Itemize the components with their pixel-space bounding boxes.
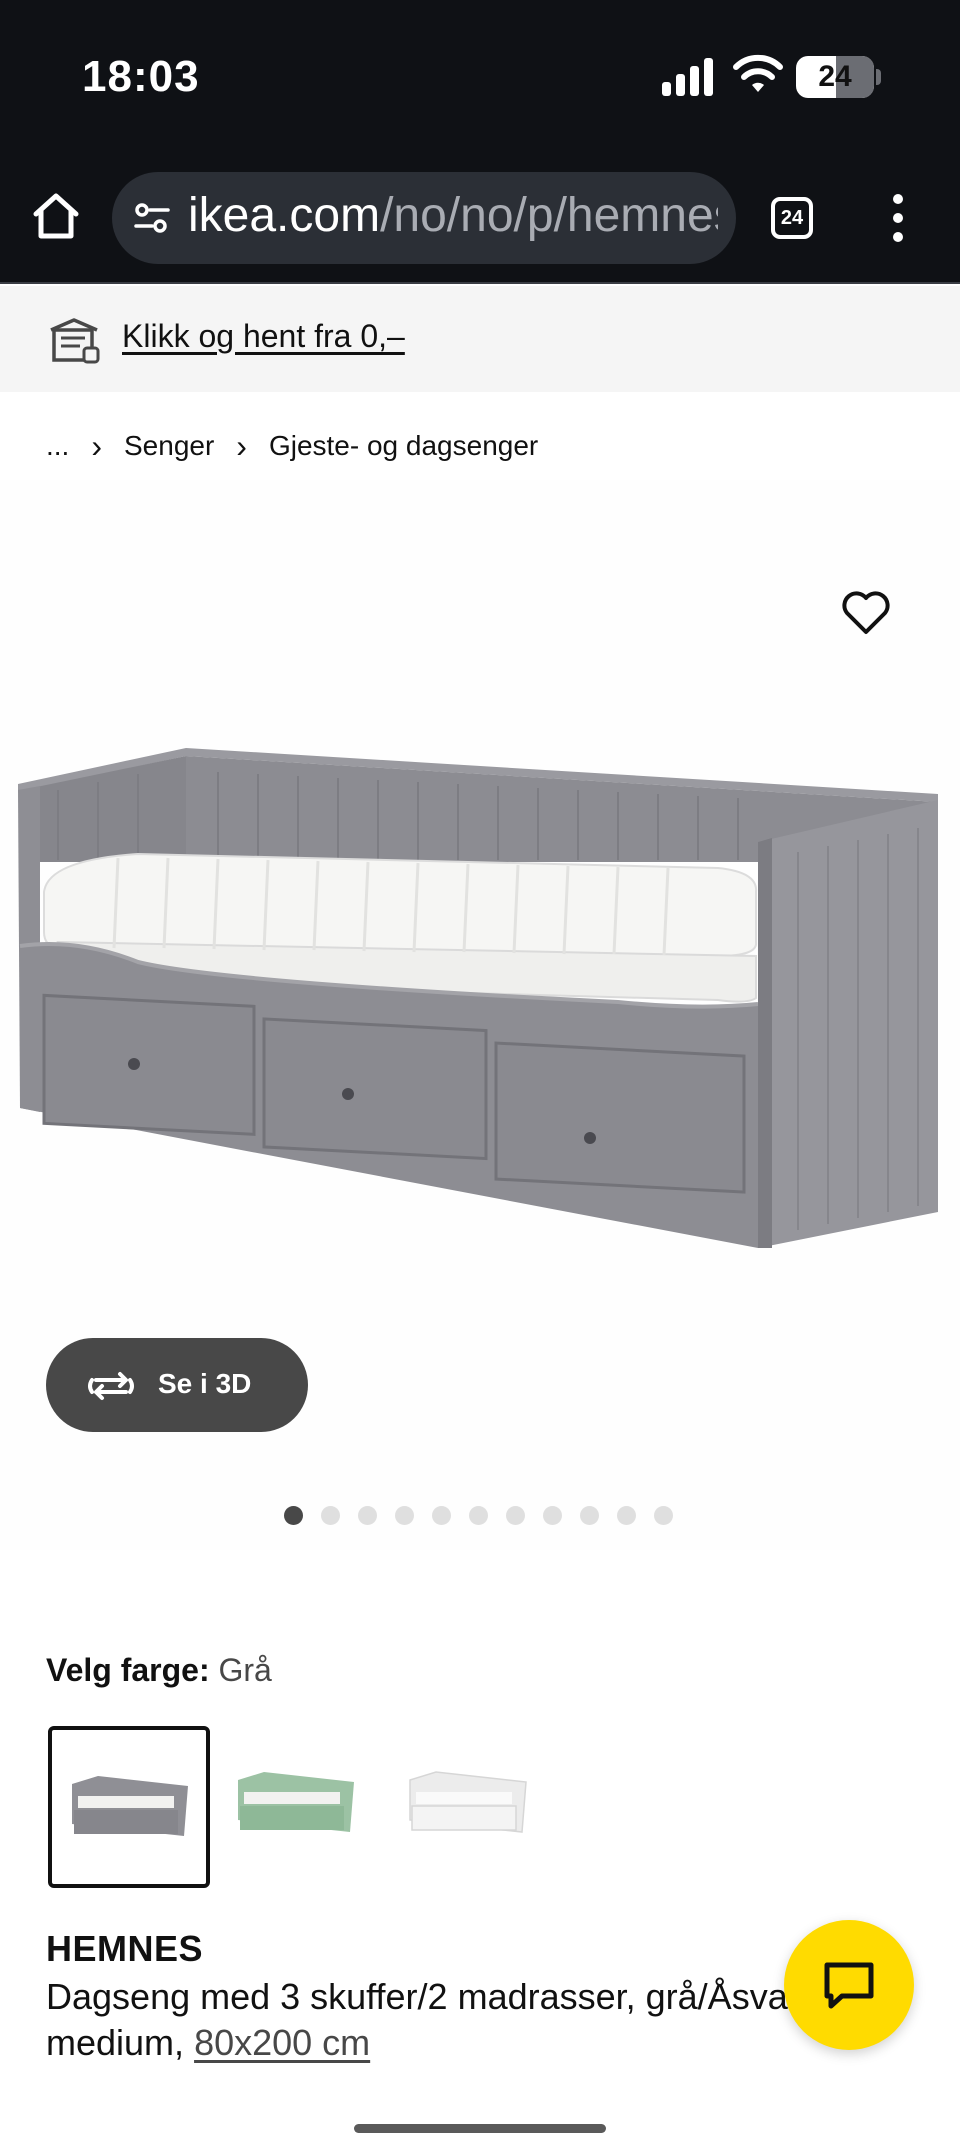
home-indicator[interactable] [354, 2124, 606, 2133]
breadcrumb-ellipsis[interactable]: ... [46, 430, 69, 462]
product-name: HEMNES [46, 1928, 204, 1969]
color-swatch-grey[interactable] [48, 1726, 210, 1888]
breadcrumb: ... › Senger › Gjeste- og dagsenger [46, 426, 538, 466]
url-path: /no/no/p/hemnes [380, 189, 718, 242]
rotate-3d-icon [88, 1372, 134, 1400]
pickup-link[interactable]: Klikk og hent fra 0,– [122, 318, 405, 355]
gallery-dot[interactable] [284, 1506, 303, 1525]
store-icon [50, 318, 100, 364]
product-description-line2: medium, [46, 2022, 185, 2063]
chevron-right-icon: › [236, 427, 247, 464]
gallery-pagination [284, 1506, 673, 1525]
gallery-dot[interactable] [506, 1506, 525, 1525]
color-select-label: Velg farge: Grå [46, 1652, 272, 1689]
swatch-thumbnail-white [409, 1771, 527, 1833]
url-text: ikea.com/no/no/p/hemnes [188, 188, 718, 243]
gallery-dot[interactable] [469, 1506, 488, 1525]
product-description-line1: Dagseng med 3 skuffer/2 madrasser, grå/Å… [46, 1976, 806, 2017]
battery-icon: 24 [796, 56, 881, 98]
product-size-link[interactable]: 80x200 cm [194, 2022, 370, 2063]
product-description: Dagseng med 3 skuffer/2 madrasser, grå/Å… [46, 1974, 806, 2066]
swatch-thumbnail-green [238, 1772, 354, 1832]
gallery-dot[interactable] [654, 1506, 673, 1525]
gallery-dot[interactable] [321, 1506, 340, 1525]
view-3d-button[interactable]: Se i 3D [46, 1338, 308, 1432]
url-host: ikea.com [188, 189, 381, 242]
pickup-banner: Klikk og hent fra 0,– [0, 286, 960, 392]
view-3d-label: Se i 3D [158, 1368, 252, 1399]
gallery-dot[interactable] [432, 1506, 451, 1525]
breadcrumb-item-senger[interactable]: Senger [124, 430, 214, 462]
breadcrumb-item-gjeste-og-dagsenger[interactable]: Gjeste- og dagsenger [269, 430, 538, 462]
signal-icon [662, 58, 714, 96]
heart-icon[interactable] [840, 588, 892, 636]
gallery-dot[interactable] [617, 1506, 636, 1525]
gallery-dot[interactable] [358, 1506, 377, 1525]
tabs-icon[interactable]: 24 [771, 197, 813, 239]
gallery-dot[interactable] [580, 1506, 599, 1525]
address-bar[interactable]: ikea.com/no/no/p/hemnes [112, 172, 736, 264]
product-photo [18, 748, 938, 1248]
gallery-dot[interactable] [543, 1506, 562, 1525]
battery-level: 24 [818, 60, 852, 93]
status-time: 18:03 [82, 52, 200, 101]
status-bar: 18:03 24 [0, 0, 960, 150]
swatch-thumbnail-grey [72, 1776, 188, 1836]
wifi-icon [733, 54, 783, 92]
more-menu-icon[interactable] [890, 194, 906, 242]
chevron-right-icon: › [91, 427, 102, 464]
browser-toolbar: ikea.com/no/no/p/hemnes 24 [0, 150, 960, 284]
gallery-dot[interactable] [395, 1506, 414, 1525]
home-icon[interactable] [30, 190, 82, 242]
color-label-text: Velg farge: [46, 1652, 210, 1688]
chat-icon [824, 1962, 874, 2009]
color-selected-value: Grå [218, 1652, 272, 1688]
color-swatch-white[interactable] [390, 1726, 552, 1888]
site-settings-icon[interactable] [132, 198, 172, 238]
color-swatch-green[interactable] [218, 1726, 380, 1888]
chat-button[interactable] [784, 1920, 914, 2050]
